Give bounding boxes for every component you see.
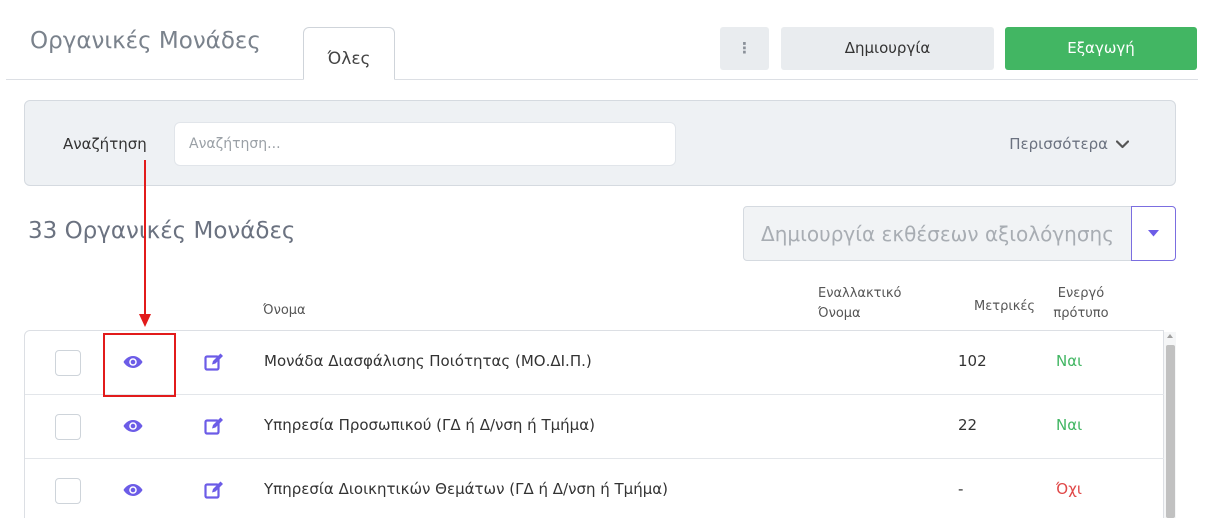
- caret-down-icon: [1148, 230, 1159, 237]
- results-count-title: 33 Οργανικές Μονάδες: [28, 218, 296, 244]
- column-header-alt-name-line1: Εναλλακτικό: [818, 286, 902, 301]
- page-header: Οργανικές Μονάδες Όλες ⋮ Δημιουργία Εξαγ…: [0, 10, 1206, 80]
- annotation-arrow-line: [144, 160, 146, 316]
- row-checkbox[interactable]: [55, 414, 81, 440]
- create-reports-dropdown-toggle[interactable]: [1131, 206, 1176, 261]
- column-header-metrics[interactable]: Μετρικές: [974, 297, 1035, 317]
- column-header-alt-name-line2: Όνομα: [818, 306, 861, 321]
- more-filters-label: Περισσότερα: [1009, 135, 1108, 153]
- create-reports-button[interactable]: Δημιουργία εκθέσεων αξιολόγησης: [743, 206, 1132, 261]
- column-header-active[interactable]: Ενεργό πρότυπο: [1048, 284, 1114, 324]
- edit-icon[interactable]: [204, 480, 224, 500]
- row-active-status: Ναι: [1056, 416, 1083, 434]
- create-button[interactable]: Δημιουργία: [781, 27, 994, 70]
- more-options-button[interactable]: ⋮: [720, 27, 769, 70]
- more-filters-toggle[interactable]: Περισσότερα: [1009, 135, 1129, 153]
- eye-icon[interactable]: [123, 482, 143, 498]
- table-scrollbar-thumb[interactable]: [1166, 345, 1175, 518]
- eye-icon[interactable]: [123, 418, 143, 434]
- table-row: Υπηρεσία Διοικητικών Θεμάτων (ΓΔ ή Δ/νση…: [25, 459, 1165, 518]
- export-button[interactable]: Εξαγωγή: [1005, 27, 1197, 70]
- row-active-status: Ναι: [1056, 352, 1083, 370]
- edit-icon[interactable]: [204, 352, 224, 372]
- units-table: Μονάδα Διασφάλισης Ποιότητας (ΜΟ.ΔΙ.Π.) …: [24, 330, 1165, 518]
- row-metrics: -: [958, 480, 964, 498]
- row-checkbox[interactable]: [55, 478, 81, 504]
- row-name: Υπηρεσία Διοικητικών Θεμάτων (ΓΔ ή Δ/νση…: [264, 480, 669, 498]
- column-header-active-line1: Ενεργό: [1057, 286, 1105, 301]
- search-panel: Αναζήτηση Περισσότερα: [24, 100, 1176, 186]
- row-metrics: 102: [958, 352, 987, 370]
- search-input[interactable]: [174, 122, 676, 166]
- tab-all[interactable]: Όλες: [303, 27, 395, 80]
- annotation-arrow-head: [139, 314, 151, 327]
- row-active-status: Όχι: [1056, 480, 1082, 498]
- column-header-active-line2: πρότυπο: [1053, 306, 1109, 321]
- scroll-up-arrow-icon[interactable]: [1167, 334, 1173, 338]
- header-divider: [6, 79, 1198, 80]
- row-metrics: 22: [958, 416, 978, 434]
- column-header-name[interactable]: Όνομα: [263, 301, 306, 321]
- table-row: Μονάδα Διασφάλισης Ποιότητας (ΜΟ.ΔΙ.Π.) …: [25, 331, 1165, 395]
- edit-icon[interactable]: [204, 416, 224, 436]
- column-header-alt-name[interactable]: Εναλλακτικό Όνομα: [818, 284, 902, 324]
- row-name: Μονάδα Διασφάλισης Ποιότητας (ΜΟ.ΔΙ.Π.): [264, 352, 592, 370]
- table-row: Υπηρεσία Προσωπικού (ΓΔ ή Δ/νση ή Τμήμα)…: [25, 395, 1165, 459]
- more-vertical-icon: ⋮: [737, 39, 752, 57]
- row-checkbox[interactable]: [55, 350, 81, 376]
- row-name: Υπηρεσία Προσωπικού (ΓΔ ή Δ/νση ή Τμήμα): [264, 416, 595, 434]
- annotation-highlight-box: [103, 333, 176, 397]
- page-title: Οργανικές Μονάδες: [30, 28, 261, 54]
- chevron-down-icon: [1116, 139, 1129, 148]
- search-label: Αναζήτηση: [63, 135, 147, 153]
